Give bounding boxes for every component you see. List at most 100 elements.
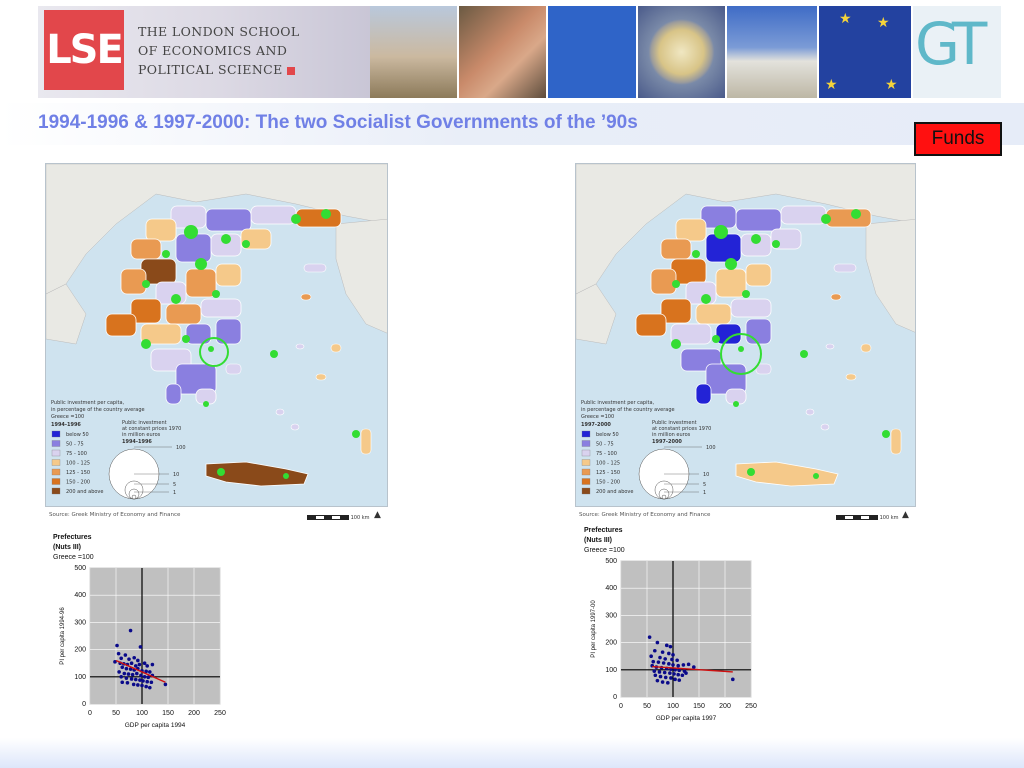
y-tick-label: 0 [82, 701, 86, 708]
investment-bubble [352, 430, 360, 438]
scatter-point [647, 635, 652, 639]
y-tick-label: 400 [605, 585, 617, 592]
y-tick-label: 100 [74, 674, 86, 681]
prefecture-region [780, 205, 827, 225]
scatter-point [661, 661, 666, 665]
scatter-point [649, 654, 653, 658]
lse-logo[interactable]: LSE THE LONDON SCHOOL OF ECONOMICS AND P… [38, 6, 370, 98]
investment-bubble [212, 290, 220, 298]
legend-title-line1: Public investment per capita, [51, 400, 125, 406]
scatter-point [132, 655, 136, 660]
investment-bubble [672, 280, 680, 288]
header-banner: LSE THE LONDON SCHOOL OF ECONOMICS AND P… [0, 0, 1024, 100]
investment-bubble [184, 225, 198, 239]
scatter-point [651, 659, 656, 664]
legend-swatch [581, 468, 591, 476]
scale-bar-1: 100 km [307, 515, 370, 521]
school-name-line1: THE LONDON SCHOOL [138, 24, 300, 39]
y-tick-label: 300 [605, 612, 617, 619]
prefecture-region [635, 313, 667, 337]
chart-title-line1: Prefectures [53, 534, 92, 541]
prefecture-region [825, 208, 872, 228]
x-tick-label: 150 [162, 710, 174, 717]
investment-bubble [692, 250, 700, 258]
investment-bubble [800, 350, 808, 358]
prefecture-region [165, 383, 182, 405]
island-region [820, 423, 830, 431]
scatter-point [663, 657, 667, 661]
prefecture-region [105, 313, 137, 337]
neighbour-land-west [46, 283, 87, 345]
prefecture-region [185, 268, 217, 298]
scatter-point [149, 680, 154, 685]
x-tick-label: 50 [112, 710, 120, 717]
legend-swatch [51, 487, 61, 495]
prefecture-region [730, 298, 772, 318]
scatter-point [652, 669, 657, 673]
prefecture-region [185, 323, 212, 345]
y-tick-label: 500 [74, 565, 86, 572]
scatter-point [138, 678, 142, 682]
x-tick-label: 0 [619, 703, 623, 710]
investment-bubble [813, 473, 819, 479]
bubble-period: 1997-2000 [652, 439, 682, 445]
island-region [805, 408, 815, 416]
funds-button[interactable]: Funds [914, 122, 1002, 156]
scatter-point [667, 651, 671, 656]
scatter-point [120, 665, 125, 670]
bubble-title-line3: in million euros [652, 432, 691, 438]
investment-bubble [141, 339, 151, 349]
scatter-point [125, 680, 130, 685]
legend-period: 1997-2000 [581, 422, 611, 428]
chart-title-line3: Greece =100 [584, 547, 625, 554]
plot-area [620, 560, 752, 698]
prefecture-region [745, 263, 772, 287]
investment-bubble [821, 214, 831, 224]
investment-bubble [772, 240, 780, 248]
legend-title-line2: in percentage of the country average [581, 407, 675, 413]
legend-swatch [581, 440, 591, 447]
scale-bar-2: 100 km [836, 515, 899, 521]
legend-class-label: below 50 [596, 432, 619, 438]
legend-class-label: 125 - 150 [596, 470, 620, 476]
y-tick-label: 500 [605, 558, 617, 565]
bubble-value-label: 1 [173, 490, 176, 496]
x-tick-label: 250 [214, 710, 226, 717]
legend-class-label: 125 - 150 [66, 470, 90, 476]
investment-bubble [171, 294, 181, 304]
scatter-point [128, 628, 133, 633]
map-source-2: Source: Greek Ministry of Economy and Fi… [579, 512, 711, 518]
legend-swatch [51, 440, 61, 447]
scatter-point [129, 677, 134, 681]
prefecture-region [145, 218, 177, 242]
island-region [303, 263, 327, 273]
prefecture-region [660, 238, 692, 260]
prefecture-region [650, 268, 677, 295]
map-legend: Public investment per capita,in percenta… [581, 400, 716, 500]
plot-area [89, 567, 221, 705]
scatter-point [677, 678, 682, 682]
scatter-point [136, 683, 140, 687]
island-region [295, 343, 305, 350]
y-axis-label: PI per capita 1994-96 [60, 607, 66, 665]
prefecture-region [200, 298, 242, 318]
investment-bubble [738, 346, 744, 352]
investment-bubble [283, 473, 289, 479]
prefecture-region [250, 205, 297, 225]
scatter-point [662, 670, 667, 675]
island-region [315, 373, 327, 381]
investment-bubble [242, 240, 250, 248]
gt-logo: GT [913, 6, 1001, 98]
legend-swatch [51, 459, 61, 466]
scatter-point [136, 658, 140, 663]
investment-bubble [195, 258, 207, 270]
neighbour-land-east [865, 219, 915, 333]
island-region [890, 428, 902, 455]
blue-panel [548, 6, 636, 98]
bubble-value-label: 100 [706, 445, 716, 451]
bubble-value-label: 5 [703, 482, 706, 488]
legend-class-label: 75 - 100 [66, 451, 87, 457]
scatter-point [150, 662, 155, 667]
legend-swatch [51, 478, 61, 485]
neighbour-land-east [335, 218, 387, 334]
